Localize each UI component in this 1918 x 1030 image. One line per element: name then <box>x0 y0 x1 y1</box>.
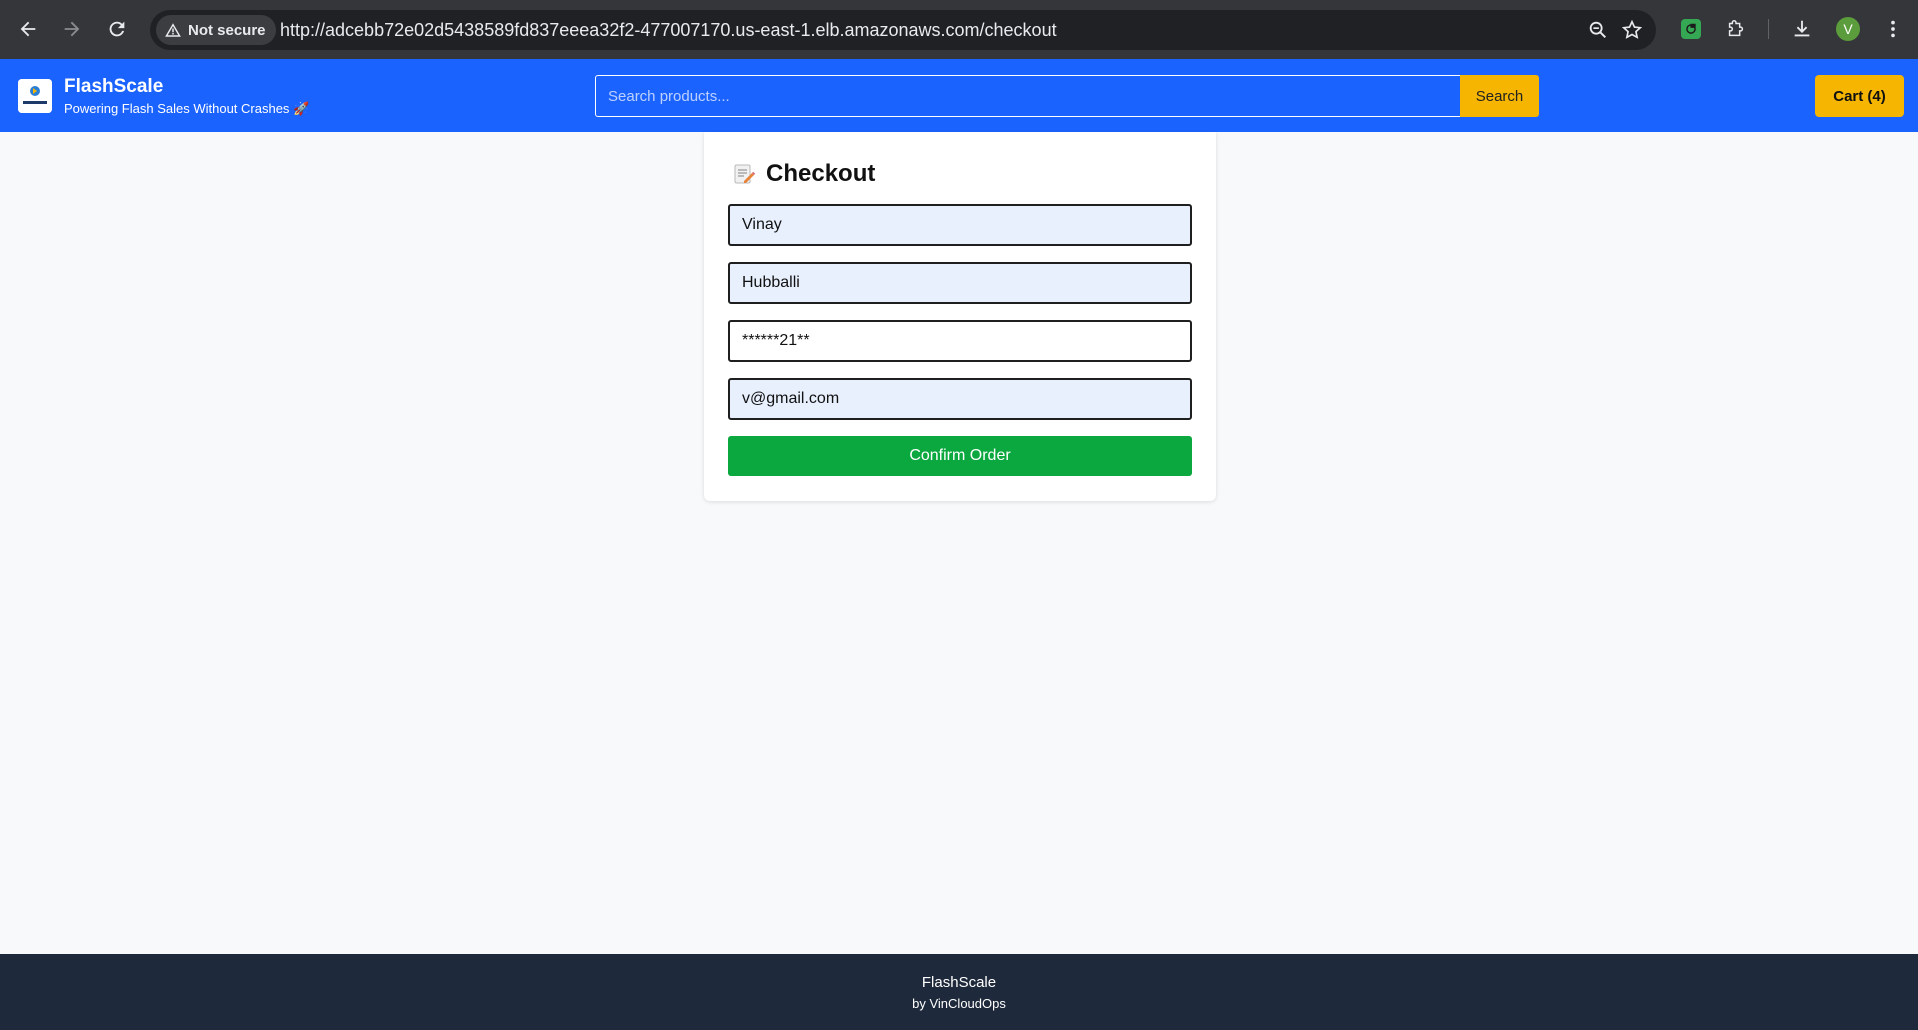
forward-icon[interactable] <box>58 15 86 43</box>
name-field[interactable] <box>728 204 1192 246</box>
checkout-heading: Checkout <box>732 160 875 188</box>
reload-icon[interactable] <box>103 15 131 43</box>
app-header: FlashScale Powering Flash Sales Without … <box>0 59 1918 132</box>
extension-green-icon[interactable] <box>1678 16 1704 42</box>
download-icon[interactable] <box>1789 16 1815 42</box>
extensions-puzzle-icon[interactable] <box>1723 16 1749 42</box>
email-field[interactable] <box>728 378 1192 420</box>
city-field[interactable] <box>728 262 1192 304</box>
confirm-order-button[interactable]: Confirm Order <box>728 436 1192 476</box>
brand-logo[interactable] <box>18 79 52 113</box>
brand-name[interactable]: FlashScale <box>64 76 163 98</box>
search-input[interactable] <box>595 75 1461 117</box>
page-footer: FlashScale by VinCloudOps <box>0 954 1918 1030</box>
back-icon[interactable] <box>14 15 42 43</box>
checkout-card: Checkout Confirm Order <box>704 132 1216 501</box>
browser-toolbar: Not secure http://adcebb72e02d5438589fd8… <box>0 0 1918 59</box>
memo-icon <box>734 164 756 184</box>
zoom-icon[interactable] <box>1586 18 1610 42</box>
kebab-menu-icon[interactable] <box>1880 16 1906 42</box>
footer-brand: FlashScale <box>921 974 997 991</box>
url-text[interactable]: http://adcebb72e02d5438589fd837eeea32f2-… <box>280 10 1057 50</box>
toolbar-divider <box>1768 19 1769 39</box>
phone-field[interactable] <box>728 320 1192 362</box>
profile-avatar[interactable]: V <box>1836 17 1860 41</box>
address-bar[interactable]: Not secure http://adcebb72e02d5438589fd8… <box>150 10 1656 50</box>
footer-byline: by VinCloudOps <box>912 996 1006 1011</box>
logo-icon <box>18 79 52 113</box>
warning-icon <box>165 23 181 37</box>
search-button[interactable]: Search <box>1460 75 1539 117</box>
bookmark-star-icon[interactable] <box>1620 18 1644 42</box>
security-chip[interactable]: Not secure <box>156 15 276 45</box>
cart-button[interactable]: Cart (4) <box>1815 75 1904 117</box>
page-title: Checkout <box>766 160 876 187</box>
brand-tagline: Powering Flash Sales Without Crashes 🚀 <box>64 101 310 116</box>
security-label: Not secure <box>188 21 266 39</box>
